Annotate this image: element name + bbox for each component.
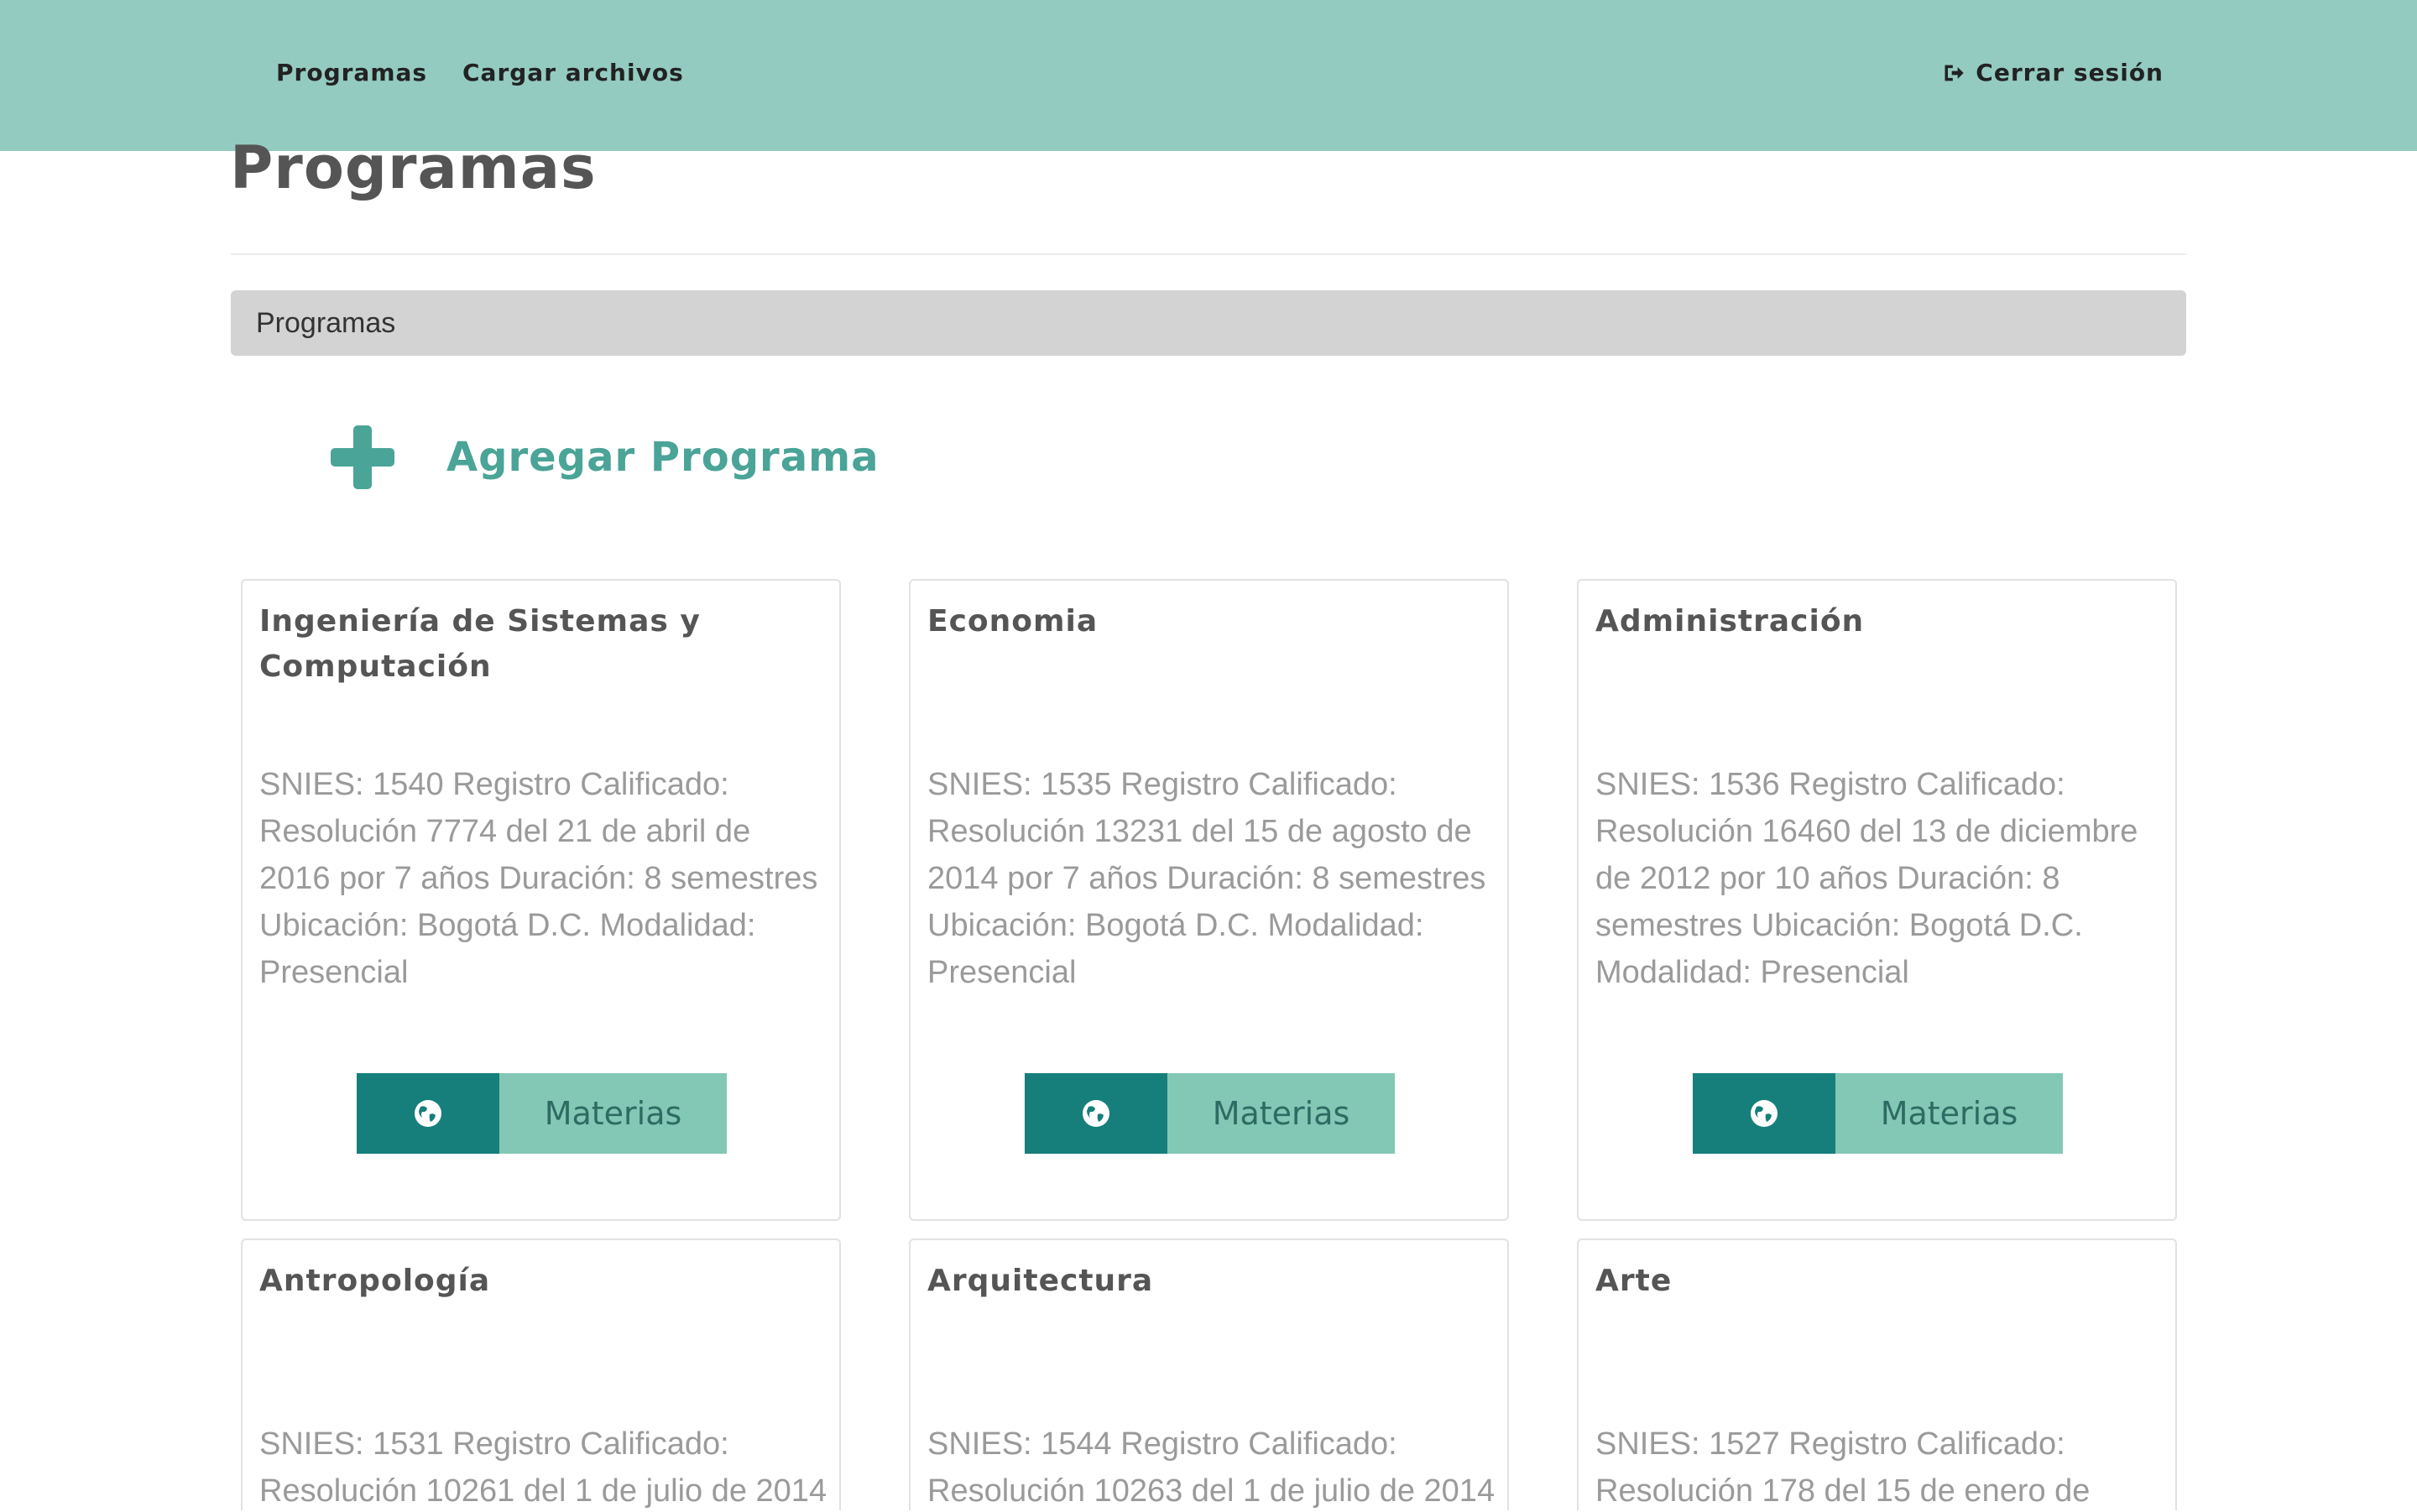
materias-button[interactable]: Materias bbox=[1167, 1073, 1395, 1154]
top-navbar: Programas Cargar archivos Cerrar sesión bbox=[0, 0, 2417, 151]
nav-programas-link[interactable]: Programas bbox=[276, 59, 427, 86]
breadcrumb-item-programas: Programas bbox=[256, 306, 396, 339]
program-actions: Materias bbox=[1025, 1073, 1395, 1154]
materias-button[interactable]: Materias bbox=[1835, 1073, 2063, 1154]
globe-icon bbox=[1750, 1099, 1778, 1128]
nav-cargar-archivos-link[interactable]: Cargar archivos bbox=[462, 59, 684, 86]
program-actions: Materias bbox=[1693, 1073, 2063, 1154]
program-name: Arte bbox=[1595, 1264, 1673, 1298]
program-description: SNIES: 1527 Registro Calificado: Resoluc… bbox=[1595, 1426, 2091, 1509]
program-card: Antropología SNIES: 1531 Registro Califi… bbox=[241, 1238, 841, 1510]
program-description: SNIES: 1544 Registro Calificado: Resoluc… bbox=[927, 1426, 1496, 1509]
program-card: Arquitectura SNIES: 1544 Registro Califi… bbox=[909, 1238, 1509, 1510]
program-description: SNIES: 1535 Registro Calificado: Resoluc… bbox=[927, 767, 1486, 990]
breadcrumb: Programas bbox=[231, 290, 2186, 356]
title-divider bbox=[231, 253, 2186, 255]
program-name: Antropología bbox=[259, 1264, 491, 1298]
program-name: Administración bbox=[1595, 604, 1865, 639]
program-card: Administración SNIES: 1536 Registro Cali… bbox=[1577, 579, 2177, 1221]
page-title: Programas bbox=[230, 133, 597, 202]
program-name: Arquitectura bbox=[927, 1264, 1154, 1298]
program-web-button[interactable] bbox=[1693, 1073, 1835, 1154]
program-name: Economia bbox=[927, 604, 1099, 639]
program-description: SNIES: 1540 Registro Calificado: Resoluc… bbox=[259, 767, 818, 990]
globe-icon bbox=[1082, 1099, 1110, 1128]
program-web-button[interactable] bbox=[1025, 1073, 1167, 1154]
materias-button[interactable]: Materias bbox=[499, 1073, 727, 1154]
program-description: SNIES: 1536 Registro Calificado: Resoluc… bbox=[1595, 767, 2138, 990]
globe-icon bbox=[414, 1099, 442, 1128]
logout-label: Cerrar sesión bbox=[1976, 59, 2164, 86]
program-name: Ingeniería de Sistemas y Computación bbox=[259, 604, 701, 684]
add-program-label: Agregar Programa bbox=[446, 434, 880, 481]
program-card: Ingeniería de Sistemas y Computación SNI… bbox=[241, 579, 841, 1221]
program-web-button[interactable] bbox=[357, 1073, 499, 1154]
program-card: Economia SNIES: 1535 Registro Calificado… bbox=[909, 579, 1509, 1221]
program-card: Arte SNIES: 1527 Registro Calificado: Re… bbox=[1577, 1238, 2177, 1510]
program-description: SNIES: 1531 Registro Calificado: Resoluc… bbox=[259, 1426, 827, 1509]
sign-out-icon bbox=[1942, 61, 1965, 85]
add-program-button[interactable]: Agregar Programa bbox=[329, 424, 879, 491]
program-actions: Materias bbox=[357, 1073, 727, 1154]
logout-link[interactable]: Cerrar sesión bbox=[1942, 59, 2164, 86]
plus-icon bbox=[329, 424, 396, 491]
